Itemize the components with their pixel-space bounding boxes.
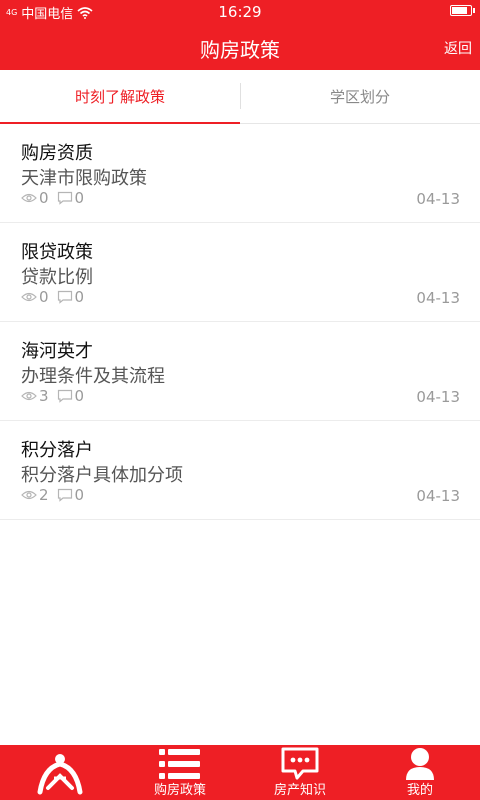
item-date: 04-13 (416, 289, 460, 307)
view-count: 3 (39, 387, 49, 405)
tab-divider (240, 83, 241, 109)
comment-count: 0 (74, 486, 85, 504)
nav-label: 房产知识 (273, 783, 326, 798)
list-item[interactable]: 限贷政策 贷款比例 0 0 04-13 (0, 223, 480, 322)
status-time: 16:29 (218, 3, 262, 21)
item-meta: 3 0 (21, 387, 92, 405)
item-meta: 0 0 (21, 189, 92, 207)
item-subtitle: 办理条件及其流程 (21, 366, 165, 387)
item-date: 04-13 (416, 487, 460, 505)
page-title: 购房政策 (200, 38, 280, 62)
nav-mine[interactable]: 我的 (360, 745, 480, 800)
tab-school-district[interactable]: 学区划分 (240, 70, 480, 123)
eye-icon (21, 391, 37, 401)
item-title: 限贷政策 (21, 242, 93, 263)
item-title: 海河英才 (21, 341, 93, 362)
nav-label: 我的 (406, 783, 433, 798)
item-title: 积分落户 (21, 440, 93, 461)
list-item[interactable]: 积分落户 积分落户具体加分项 2 0 04-13 (0, 421, 480, 520)
item-subtitle: 贷款比例 (21, 267, 93, 288)
person-icon (406, 748, 434, 780)
policy-list: 购房资质 天津市限购政策 0 0 04-13 限贷政策 贷款比例 0 0 04-… (0, 124, 480, 520)
comment-icon (57, 191, 72, 205)
battery-icon (450, 5, 475, 16)
nav-home[interactable] (0, 745, 120, 800)
list-item[interactable]: 购房资质 天津市限购政策 0 0 04-13 (0, 124, 480, 223)
item-subtitle: 天津市限购政策 (21, 168, 147, 189)
list-icon (159, 749, 200, 779)
comment-count: 0 (74, 387, 85, 405)
comment-count: 0 (74, 189, 85, 207)
home-logo-icon (37, 754, 83, 795)
view-count: 2 (39, 486, 49, 504)
comment-icon (57, 389, 72, 403)
item-date: 04-13 (416, 388, 460, 406)
nav-policy[interactable]: 购房政策 (120, 745, 240, 800)
comment-icon (57, 290, 72, 304)
item-meta: 0 0 (21, 288, 92, 306)
chat-bubble-icon (281, 747, 319, 780)
item-subtitle: 积分落户具体加分项 (21, 465, 183, 486)
back-button[interactable]: 返回 (444, 38, 472, 58)
item-date: 04-13 (416, 190, 460, 208)
item-title: 购房资质 (21, 143, 93, 164)
eye-icon (21, 193, 37, 203)
comment-count: 0 (74, 288, 85, 306)
view-count: 0 (39, 189, 49, 207)
nav-knowledge[interactable]: 房产知识 (240, 745, 360, 800)
bottom-nav: 购房政策 房产知识 我的 (0, 745, 480, 800)
comment-icon (57, 488, 72, 502)
item-meta: 2 0 (21, 486, 92, 504)
title-bar: 购房政策 返回 (0, 24, 480, 70)
eye-icon (21, 490, 37, 500)
nav-label: 购房政策 (153, 783, 206, 798)
eye-icon (21, 292, 37, 302)
list-item[interactable]: 海河英才 办理条件及其流程 3 0 04-13 (0, 322, 480, 421)
view-count: 0 (39, 288, 49, 306)
status-bar: 4G 中国电信 16:29 (0, 0, 480, 24)
tab-policy[interactable]: 时刻了解政策 (0, 70, 240, 124)
